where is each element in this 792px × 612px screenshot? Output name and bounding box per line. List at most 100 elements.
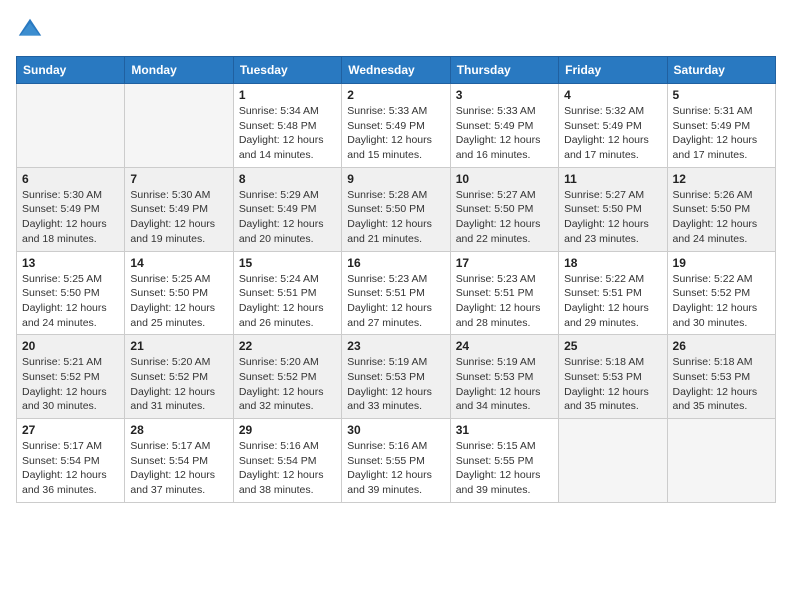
day-number: 20 (22, 339, 119, 353)
day-number: 9 (347, 172, 444, 186)
day-number: 15 (239, 256, 336, 270)
calendar-cell: 23Sunrise: 5:19 AM Sunset: 5:53 PM Dayli… (342, 335, 450, 419)
day-number: 2 (347, 88, 444, 102)
calendar-cell: 31 Sunrise: 5:15 AM Sunset: 5:55 PM Dayli… (450, 419, 558, 503)
calendar-cell: 13 Sunrise: 5:25 AM Sunset: 5:50 PM Dayli… (17, 251, 125, 335)
calendar-header-row: SundayMondayTuesdayWednesdayThursdayFrid… (17, 57, 776, 84)
calendar-table: SundayMondayTuesdayWednesdayThursdayFrid… (16, 56, 776, 503)
day-info: Sunrise: 5:24 AM Sunset: 5:51 PM Dayligh… (239, 272, 336, 331)
calendar-cell: 20Sunrise: 5:21 AM Sunset: 5:52 PM Dayli… (17, 335, 125, 419)
calendar-cell: 9 Sunrise: 5:28 AM Sunset: 5:50 PM Daylig… (342, 167, 450, 251)
day-number: 13 (22, 256, 119, 270)
calendar-cell: 3 Sunrise: 5:33 AM Sunset: 5:49 PM Daylig… (450, 84, 558, 168)
calendar-cell: 22 Sunrise: 5:20 AM Sunset: 5:52 PM Dayli… (233, 335, 341, 419)
calendar-cell (559, 419, 667, 503)
calendar-cell: 19Sunrise: 5:22 AM Sunset: 5:52 PM Dayli… (667, 251, 775, 335)
calendar-cell: 26Sunrise: 5:18 AM Sunset: 5:53 PM Dayli… (667, 335, 775, 419)
calendar-cell: 14 Sunrise: 5:25 AM Sunset: 5:50 PM Dayli… (125, 251, 233, 335)
calendar-cell: 21 Sunrise: 5:20 AM Sunset: 5:52 PM Dayli… (125, 335, 233, 419)
column-header-monday: Monday (125, 57, 233, 84)
calendar-cell: 18 Sunrise: 5:22 AM Sunset: 5:51 PM Dayli… (559, 251, 667, 335)
day-info: Sunrise: 5:17 AM Sunset: 5:54 PM Dayligh… (22, 439, 119, 498)
day-info: Sunrise: 5:30 AM Sunset: 5:49 PM Dayligh… (22, 188, 119, 247)
calendar-cell: 24Sunrise: 5:19 AM Sunset: 5:53 PM Dayli… (450, 335, 558, 419)
logo (16, 16, 48, 44)
calendar-cell (17, 84, 125, 168)
column-header-sunday: Sunday (17, 57, 125, 84)
calendar-cell: 10 Sunrise: 5:27 AM Sunset: 5:50 PM Dayli… (450, 167, 558, 251)
day-info: Sunrise: 5:23 AM Sunset: 5:51 PM Dayligh… (456, 272, 553, 331)
day-number: 30 (347, 423, 444, 437)
day-number: 3 (456, 88, 553, 102)
day-number: 1 (239, 88, 336, 102)
day-info: Sunrise: 5:23 AM Sunset: 5:51 PM Dayligh… (347, 272, 444, 331)
calendar-cell: 25Sunrise: 5:18 AM Sunset: 5:53 PM Dayli… (559, 335, 667, 419)
day-number: 21 (130, 339, 227, 353)
calendar-week-row: 20Sunrise: 5:21 AM Sunset: 5:52 PM Dayli… (17, 335, 776, 419)
day-info: Sunrise: 5:25 AM Sunset: 5:50 PM Dayligh… (130, 272, 227, 331)
day-number: 16 (347, 256, 444, 270)
day-number: 7 (130, 172, 227, 186)
day-info: Sunrise: 5:15 AM Sunset: 5:55 PM Dayligh… (456, 439, 553, 498)
day-number: 6 (22, 172, 119, 186)
day-info: Sunrise: 5:28 AM Sunset: 5:50 PM Dayligh… (347, 188, 444, 247)
day-info: Sunrise: 5:19 AM Sunset: 5:53 PM Dayligh… (456, 355, 553, 414)
calendar-cell: 17Sunrise: 5:23 AM Sunset: 5:51 PM Dayli… (450, 251, 558, 335)
calendar-cell: 6 Sunrise: 5:30 AM Sunset: 5:49 PM Daylig… (17, 167, 125, 251)
day-info: Sunrise: 5:20 AM Sunset: 5:52 PM Dayligh… (239, 355, 336, 414)
day-number: 12 (673, 172, 770, 186)
logo-icon (16, 16, 44, 44)
day-info: Sunrise: 5:30 AM Sunset: 5:49 PM Dayligh… (130, 188, 227, 247)
calendar-cell: 11 Sunrise: 5:27 AM Sunset: 5:50 PM Dayli… (559, 167, 667, 251)
day-number: 10 (456, 172, 553, 186)
day-info: Sunrise: 5:27 AM Sunset: 5:50 PM Dayligh… (564, 188, 661, 247)
day-info: Sunrise: 5:20 AM Sunset: 5:52 PM Dayligh… (130, 355, 227, 414)
day-number: 5 (673, 88, 770, 102)
day-info: Sunrise: 5:19 AM Sunset: 5:53 PM Dayligh… (347, 355, 444, 414)
calendar-cell (125, 84, 233, 168)
calendar-cell: 30 Sunrise: 5:16 AM Sunset: 5:55 PM Dayli… (342, 419, 450, 503)
calendar-cell: 28Sunrise: 5:17 AM Sunset: 5:54 PM Dayli… (125, 419, 233, 503)
column-header-thursday: Thursday (450, 57, 558, 84)
day-info: Sunrise: 5:17 AM Sunset: 5:54 PM Dayligh… (130, 439, 227, 498)
day-info: Sunrise: 5:18 AM Sunset: 5:53 PM Dayligh… (673, 355, 770, 414)
calendar-week-row: 1 Sunrise: 5:34 AM Sunset: 5:48 PM Daylig… (17, 84, 776, 168)
column-header-tuesday: Tuesday (233, 57, 341, 84)
calendar-cell: 8Sunrise: 5:29 AM Sunset: 5:49 PM Daylig… (233, 167, 341, 251)
calendar-cell (667, 419, 775, 503)
day-number: 29 (239, 423, 336, 437)
calendar-cell: 12 Sunrise: 5:26 AM Sunset: 5:50 PM Dayli… (667, 167, 775, 251)
day-info: Sunrise: 5:16 AM Sunset: 5:54 PM Dayligh… (239, 439, 336, 498)
day-number: 18 (564, 256, 661, 270)
calendar-cell: 29 Sunrise: 5:16 AM Sunset: 5:54 PM Dayli… (233, 419, 341, 503)
day-info: Sunrise: 5:33 AM Sunset: 5:49 PM Dayligh… (456, 104, 553, 163)
day-number: 31 (456, 423, 553, 437)
calendar-week-row: 27 Sunrise: 5:17 AM Sunset: 5:54 PM Dayli… (17, 419, 776, 503)
day-info: Sunrise: 5:16 AM Sunset: 5:55 PM Dayligh… (347, 439, 444, 498)
day-info: Sunrise: 5:31 AM Sunset: 5:49 PM Dayligh… (673, 104, 770, 163)
day-info: Sunrise: 5:34 AM Sunset: 5:48 PM Dayligh… (239, 104, 336, 163)
day-info: Sunrise: 5:22 AM Sunset: 5:51 PM Dayligh… (564, 272, 661, 331)
column-header-friday: Friday (559, 57, 667, 84)
calendar-week-row: 13 Sunrise: 5:25 AM Sunset: 5:50 PM Dayli… (17, 251, 776, 335)
calendar-cell: 5 Sunrise: 5:31 AM Sunset: 5:49 PM Daylig… (667, 84, 775, 168)
calendar-cell: 15 Sunrise: 5:24 AM Sunset: 5:51 PM Dayli… (233, 251, 341, 335)
calendar-cell: 16 Sunrise: 5:23 AM Sunset: 5:51 PM Dayli… (342, 251, 450, 335)
day-info: Sunrise: 5:27 AM Sunset: 5:50 PM Dayligh… (456, 188, 553, 247)
calendar-cell: 27 Sunrise: 5:17 AM Sunset: 5:54 PM Dayli… (17, 419, 125, 503)
day-number: 11 (564, 172, 661, 186)
day-number: 14 (130, 256, 227, 270)
day-number: 8 (239, 172, 336, 186)
day-info: Sunrise: 5:22 AM Sunset: 5:52 PM Dayligh… (673, 272, 770, 331)
day-number: 4 (564, 88, 661, 102)
day-info: Sunrise: 5:25 AM Sunset: 5:50 PM Dayligh… (22, 272, 119, 331)
day-number: 22 (239, 339, 336, 353)
calendar-cell: 2 Sunrise: 5:33 AM Sunset: 5:49 PM Daylig… (342, 84, 450, 168)
day-info: Sunrise: 5:33 AM Sunset: 5:49 PM Dayligh… (347, 104, 444, 163)
calendar-cell: 4Sunrise: 5:32 AM Sunset: 5:49 PM Daylig… (559, 84, 667, 168)
calendar-cell: 7 Sunrise: 5:30 AM Sunset: 5:49 PM Daylig… (125, 167, 233, 251)
day-number: 27 (22, 423, 119, 437)
calendar-cell: 1 Sunrise: 5:34 AM Sunset: 5:48 PM Daylig… (233, 84, 341, 168)
day-info: Sunrise: 5:26 AM Sunset: 5:50 PM Dayligh… (673, 188, 770, 247)
column-header-saturday: Saturday (667, 57, 775, 84)
